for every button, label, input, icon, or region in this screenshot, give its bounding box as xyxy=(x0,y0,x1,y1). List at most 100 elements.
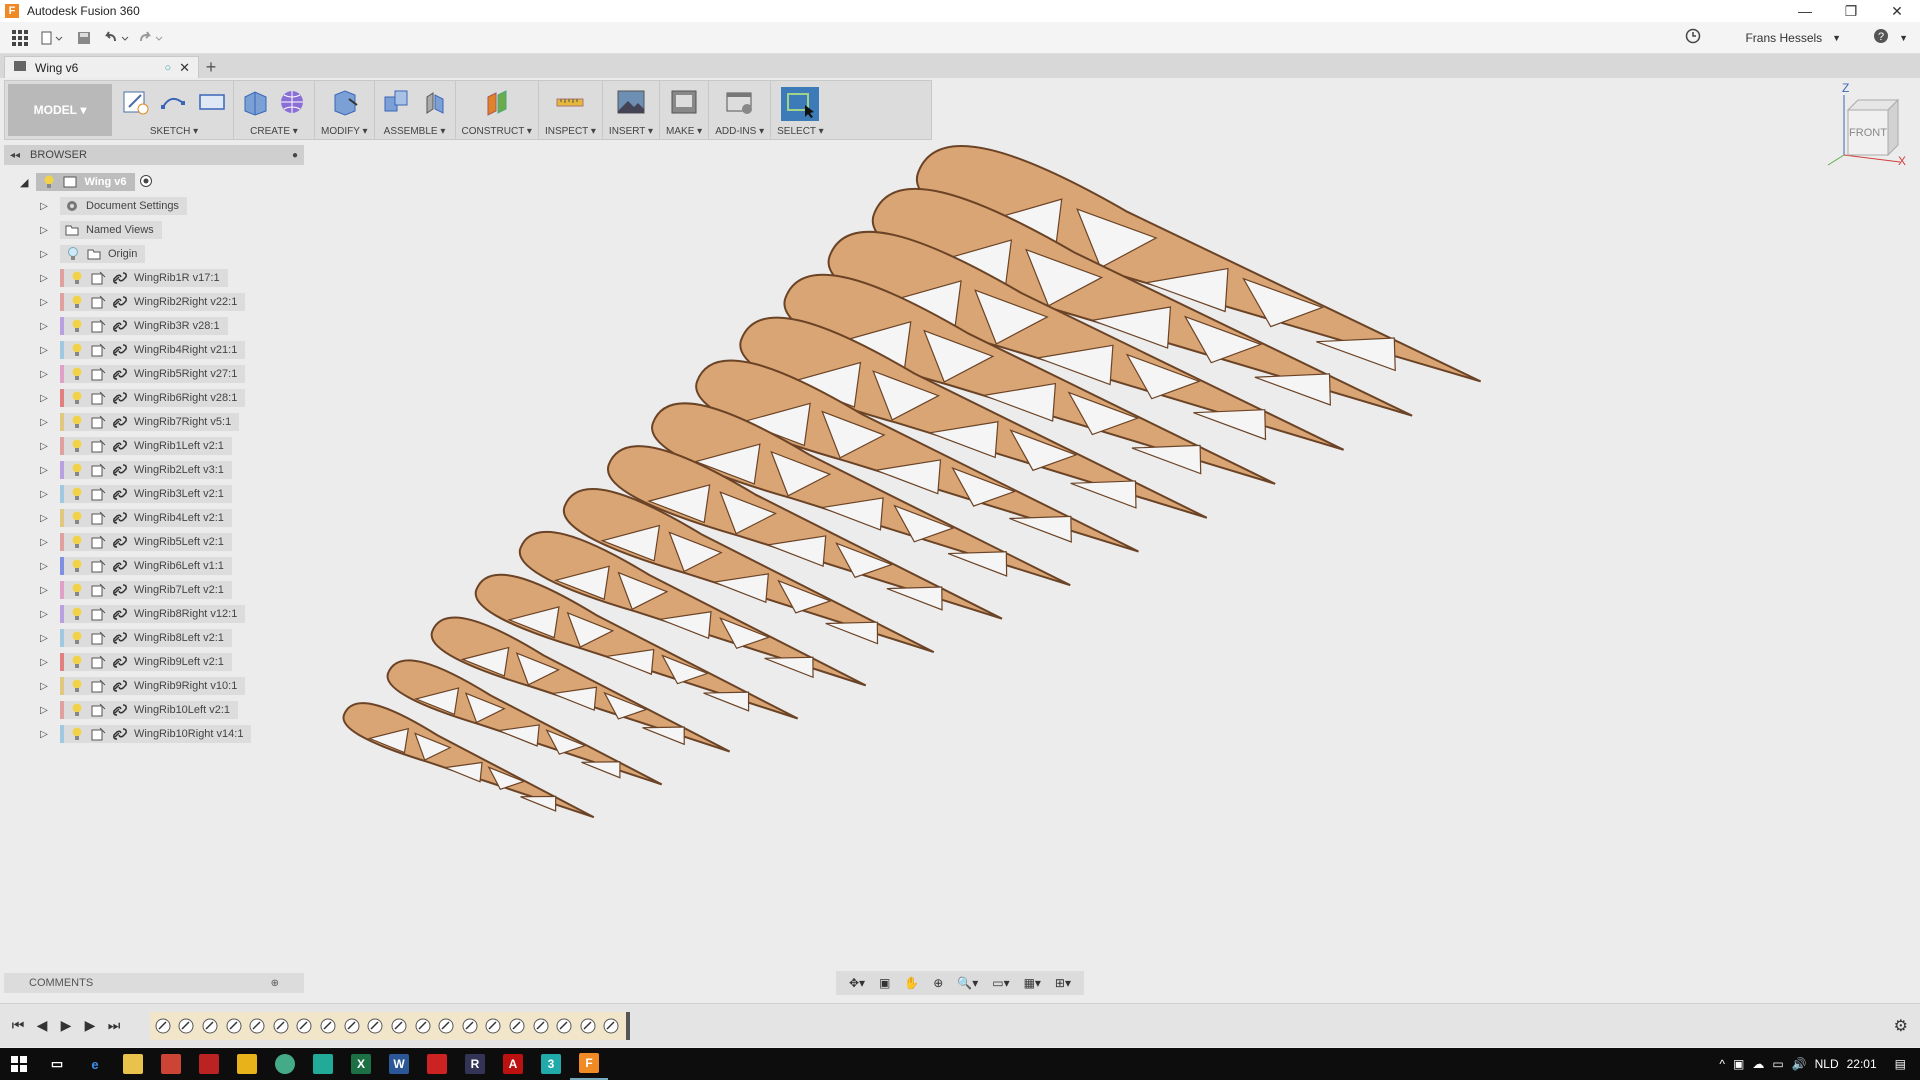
tray-icon[interactable]: ☁ xyxy=(1752,1057,1764,1071)
close-tab-icon[interactable]: ✕ xyxy=(179,60,190,76)
expand-triangle-icon[interactable]: ▷ xyxy=(38,392,50,404)
add-comment-icon[interactable]: ⊕ xyxy=(271,978,279,989)
app-icon-5[interactable] xyxy=(418,1048,456,1080)
create-group[interactable]: CREATE ▾ xyxy=(234,81,315,139)
visibility-bulb-icon[interactable] xyxy=(70,583,84,597)
component-row[interactable]: ▷ WingRib4Right v21:1 xyxy=(0,338,300,362)
visibility-bulb-icon[interactable] xyxy=(70,463,84,477)
volume-icon[interactable]: 🔊 xyxy=(1792,1057,1807,1071)
expand-triangle-icon[interactable]: ▷ xyxy=(38,728,50,740)
collapse-panel-icon[interactable]: ◂◂ xyxy=(10,150,20,161)
timeline-marker[interactable] xyxy=(626,1011,631,1040)
restore-button[interactable]: ❐ xyxy=(1828,3,1874,20)
component-row[interactable]: ▷ WingRib9Right v10:1 xyxy=(0,674,300,698)
timeline-strip[interactable] xyxy=(150,1011,631,1040)
component-row[interactable]: ▷ WingRib8Right v12:1 xyxy=(0,602,300,626)
timeline-feature-icon[interactable] xyxy=(435,1015,457,1037)
timeline-settings-gear-icon[interactable]: ⚙ xyxy=(1894,1016,1908,1036)
view-cube[interactable]: Z X FRONT xyxy=(1818,80,1908,170)
comments-panel-header[interactable]: COMMENTS ⊕ xyxy=(4,973,304,993)
browser-panel-header[interactable]: ◂◂ BROWSER ● xyxy=(4,145,304,165)
step-forward-icon[interactable]: ▶ xyxy=(78,1017,102,1034)
component-row[interactable]: ▷ WingRib1Left v2:1 xyxy=(0,434,300,458)
component-row[interactable]: ▷ WingRib7Left v2:1 xyxy=(0,578,300,602)
create-sketch-icon[interactable] xyxy=(121,87,151,117)
activate-radio-icon[interactable] xyxy=(139,174,153,191)
visibility-bulb-icon[interactable] xyxy=(70,559,84,573)
pin-icon[interactable]: ● xyxy=(292,150,298,161)
visibility-bulb-icon[interactable] xyxy=(70,367,84,381)
expand-triangle-icon[interactable]: ▷ xyxy=(38,632,50,644)
timeline-feature-icon[interactable] xyxy=(152,1015,174,1037)
edge-icon[interactable]: e xyxy=(76,1048,114,1080)
expand-triangle-icon[interactable]: ▷ xyxy=(38,248,50,260)
visibility-bulb-icon[interactable] xyxy=(70,487,84,501)
expand-triangle-icon[interactable]: ▷ xyxy=(38,320,50,332)
visibility-bulb-icon[interactable] xyxy=(42,175,56,189)
timeline-feature-icon[interactable] xyxy=(412,1015,434,1037)
expand-triangle-icon[interactable]: ▷ xyxy=(38,416,50,428)
save-icon[interactable] xyxy=(70,26,98,50)
component-row[interactable]: ▷ WingRib1R v17:1 xyxy=(0,266,300,290)
help-icon[interactable]: ? xyxy=(1873,28,1889,47)
visibility-bulb-icon[interactable] xyxy=(70,415,84,429)
expand-triangle-icon[interactable]: ▷ xyxy=(38,608,50,620)
component-row[interactable]: ▷ WingRib2Right v22:1 xyxy=(0,290,300,314)
excel-icon[interactable]: X xyxy=(342,1048,380,1080)
timeline-feature-icon[interactable] xyxy=(388,1015,410,1037)
timeline-feature-icon[interactable] xyxy=(270,1015,292,1037)
expand-triangle-icon[interactable]: ▷ xyxy=(38,560,50,572)
visibility-bulb-icon[interactable] xyxy=(70,655,84,669)
language-indicator[interactable]: NLD xyxy=(1815,1057,1839,1071)
expand-triangle-icon[interactable]: ▷ xyxy=(38,584,50,596)
go-to-start-icon[interactable]: ⏮ xyxy=(6,1017,30,1034)
visibility-bulb-icon[interactable] xyxy=(70,295,84,309)
visibility-bulb-icon[interactable] xyxy=(70,391,84,405)
tab-wing-v6[interactable]: Wing v6 ○ ✕ xyxy=(4,56,199,78)
app-icon-2[interactable] xyxy=(190,1048,228,1080)
expand-triangle-icon[interactable]: ▷ xyxy=(38,704,50,716)
component-row[interactable]: ▷ WingRib6Left v1:1 xyxy=(0,554,300,578)
workspace-switcher[interactable]: MODEL ▾ xyxy=(8,84,112,136)
play-icon[interactable]: ▶ xyxy=(54,1017,78,1034)
app-grid-icon[interactable] xyxy=(6,26,34,50)
expand-triangle-icon[interactable]: ▷ xyxy=(38,296,50,308)
rectangle-icon[interactable] xyxy=(197,87,227,117)
component-row[interactable]: ▷ WingRib3R v28:1 xyxy=(0,314,300,338)
timeline-feature-icon[interactable] xyxy=(483,1015,505,1037)
component-row[interactable]: ▷ WingRib5Left v2:1 xyxy=(0,530,300,554)
visibility-bulb-icon[interactable] xyxy=(70,319,84,333)
expand-triangle-icon[interactable]: ▷ xyxy=(38,224,50,236)
app-icon-3[interactable] xyxy=(228,1048,266,1080)
3d-print-icon[interactable] xyxy=(669,87,699,117)
word-icon[interactable]: W xyxy=(380,1048,418,1080)
tree-folder[interactable]: ▷ Document Settings xyxy=(0,194,300,218)
timeline-feature-icon[interactable] xyxy=(530,1015,552,1037)
timeline-feature-icon[interactable] xyxy=(199,1015,221,1037)
offset-plane-icon[interactable] xyxy=(482,87,512,117)
component-row[interactable]: ▷ WingRib8Left v2:1 xyxy=(0,626,300,650)
app-icon-7[interactable]: 3 xyxy=(532,1048,570,1080)
model-viewport[interactable] xyxy=(330,120,1750,910)
tree-folder[interactable]: ▷ Origin xyxy=(0,242,300,266)
expand-triangle-icon[interactable]: ▷ xyxy=(38,200,50,212)
chevron-down-icon[interactable]: ▼ xyxy=(1832,33,1841,43)
clock[interactable]: 22:01 xyxy=(1847,1057,1877,1071)
visibility-bulb-icon[interactable] xyxy=(70,703,84,717)
expand-triangle-icon[interactable]: ▷ xyxy=(38,344,50,356)
redo-icon[interactable] xyxy=(134,26,170,50)
timeline-feature-icon[interactable] xyxy=(294,1015,316,1037)
close-window-button[interactable]: ✕ xyxy=(1874,3,1920,20)
timeline-feature-icon[interactable] xyxy=(223,1015,245,1037)
component-row[interactable]: ▷ WingRib2Left v3:1 xyxy=(0,458,300,482)
task-view-icon[interactable]: ▭ xyxy=(38,1048,76,1080)
component-row[interactable]: ▷ WingRib7Right v5:1 xyxy=(0,410,300,434)
expand-triangle-icon[interactable]: ▷ xyxy=(38,656,50,668)
visibility-bulb-icon[interactable] xyxy=(70,511,84,525)
scripts-icon[interactable] xyxy=(725,87,755,117)
expand-triangle-icon[interactable]: ▷ xyxy=(38,488,50,500)
timeline-feature-icon[interactable] xyxy=(341,1015,363,1037)
expand-triangle-icon[interactable]: ▷ xyxy=(38,440,50,452)
look-at-icon[interactable]: ▣ xyxy=(879,976,890,990)
notifications-icon[interactable]: ▤ xyxy=(1895,1057,1906,1071)
